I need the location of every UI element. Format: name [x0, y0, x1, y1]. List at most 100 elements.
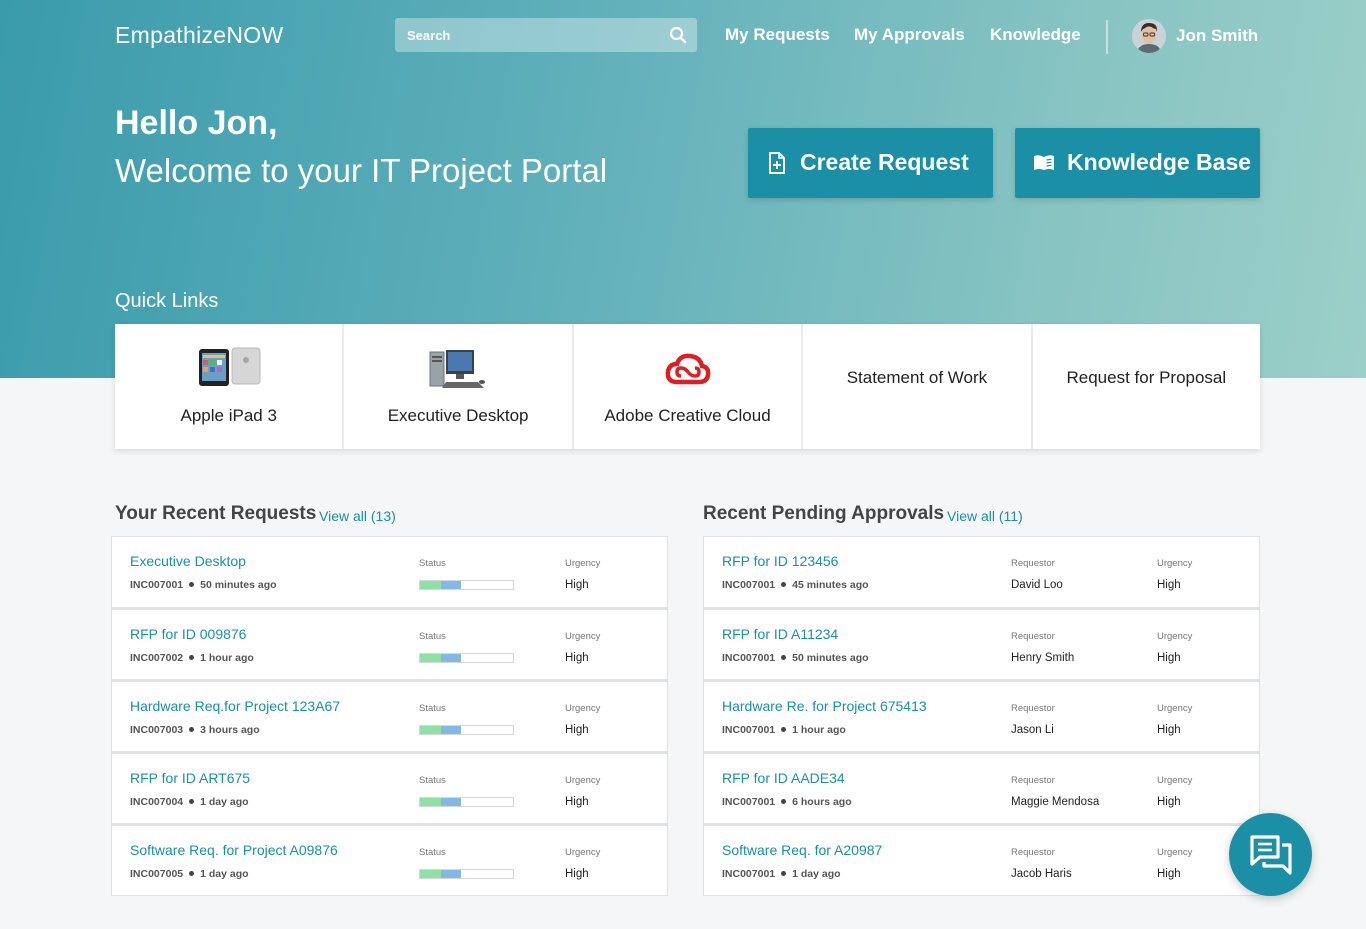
- requestor-name: Henry Smith: [1011, 652, 1075, 664]
- nav-divider: [1106, 20, 1108, 54]
- welcome-subheading: Welcome to your IT Project Portal: [115, 152, 608, 189]
- approval-id: INC007001: [722, 579, 776, 591]
- status-progress-complete: [420, 581, 441, 589]
- quick-link-statement-of-work[interactable]: Statement of Work: [803, 324, 1033, 449]
- nav-knowledge[interactable]: Knowledge: [990, 25, 1081, 45]
- urgency-label: Urgency: [1157, 631, 1193, 642]
- brand-logo[interactable]: EmpathizeNOW: [115, 22, 283, 49]
- pending-approvals-view-all-link[interactable]: View all (11): [947, 508, 1023, 524]
- user-name[interactable]: Jon Smith: [1176, 26, 1258, 46]
- status-progress-complete: [420, 870, 441, 878]
- approval-meta: INC007001 45 minutes ago: [722, 579, 869, 591]
- request-time: 50 minutes ago: [200, 579, 277, 591]
- urgency-label: Urgency: [565, 631, 601, 642]
- approval-row[interactable]: Hardware Re. for Project 675413 INC007001…: [703, 680, 1260, 752]
- quick-link-adobe-creative-cloud[interactable]: Adobe Creative Cloud: [573, 324, 804, 449]
- approval-title-link[interactable]: RFP for ID AADE34: [722, 770, 845, 786]
- approval-id: INC007001: [722, 652, 776, 664]
- nav-my-approvals[interactable]: My Approvals: [854, 25, 965, 45]
- status-progress-bar: [419, 580, 514, 590]
- separator-dot: [781, 871, 787, 876]
- requestor-label: Requestor: [1011, 631, 1055, 642]
- quick-links-row: Apple iPad 3 Executive Desktop Adobe Cre…: [115, 324, 1261, 449]
- requestor-name: Jason Li: [1011, 724, 1054, 736]
- request-row[interactable]: RFP for ID ART675 INC007004 1 day ago Statu…: [111, 752, 668, 824]
- quick-link-executive-desktop[interactable]: Executive Desktop: [344, 324, 574, 449]
- search-icon[interactable]: [669, 26, 687, 44]
- urgency-value: High: [565, 796, 589, 808]
- knowledge-base-button[interactable]: Knowledge Base: [1015, 128, 1260, 198]
- quick-link-label: Executive Desktop: [387, 406, 529, 425]
- approval-id: INC007001: [722, 724, 776, 736]
- separator-dot: [189, 727, 195, 732]
- nav-my-requests[interactable]: My Requests: [725, 25, 830, 45]
- urgency-label: Urgency: [565, 847, 601, 858]
- avatar[interactable]: [1132, 19, 1166, 53]
- status-label: Status: [419, 631, 446, 642]
- status-progress-current: [441, 654, 461, 662]
- approval-title-link[interactable]: RFP for ID A11234: [722, 626, 838, 642]
- request-time: 1 day ago: [200, 796, 249, 808]
- quick-link-request-for-proposal[interactable]: Request for Proposal: [1032, 324, 1261, 449]
- approval-id: INC007001: [722, 868, 776, 880]
- request-row[interactable]: Hardware Req.for Project 123A67 INC007003…: [111, 680, 668, 752]
- creative-cloud-icon: [665, 353, 710, 385]
- search-input[interactable]: [395, 18, 655, 52]
- request-title-link[interactable]: RFP for ID ART675: [130, 770, 250, 786]
- request-title-link[interactable]: Hardware Req.for Project 123A67: [130, 698, 340, 714]
- approval-title-link[interactable]: RFP for ID 123456: [722, 553, 838, 569]
- approval-time: 6 hours ago: [792, 796, 852, 808]
- request-meta: INC007002 1 hour ago: [130, 652, 254, 664]
- approval-time: 1 hour ago: [792, 724, 846, 736]
- request-time: 3 hours ago: [200, 724, 260, 736]
- request-title-link[interactable]: Executive Desktop: [130, 553, 246, 569]
- top-navigation: EmpathizeNOW My Requests My Approvals Kn…: [115, 18, 1260, 54]
- approval-row[interactable]: RFP for ID AADE34 INC007001 6 hours ago Req…: [703, 752, 1260, 824]
- status-progress-bar: [419, 797, 514, 807]
- approval-meta: INC007001 1 day ago: [722, 868, 841, 880]
- approval-row[interactable]: RFP for ID A11234 INC007001 50 minutes ago…: [703, 608, 1260, 680]
- request-row[interactable]: Executive Desktop INC007001 50 minutes ago…: [111, 536, 668, 608]
- recent-requests-view-all-link[interactable]: View all (13): [319, 508, 396, 524]
- status-label: Status: [419, 775, 446, 786]
- requestor-name: Maggie Mendosa: [1011, 796, 1100, 808]
- request-row[interactable]: Software Req. for Project A09876 INC00700…: [111, 824, 668, 896]
- request-id: INC007001: [130, 579, 184, 591]
- quick-link-apple-ipad[interactable]: Apple iPad 3: [115, 324, 345, 449]
- status-progress-current: [441, 870, 461, 878]
- approval-title-link[interactable]: Software Req. for A20987: [722, 842, 882, 858]
- status-progress-bar: [419, 725, 514, 735]
- request-title-link[interactable]: Software Req. for Project A09876: [130, 842, 338, 858]
- separator-dot: [189, 799, 195, 804]
- open-book-icon: [1034, 155, 1054, 170]
- requestor-label: Requestor: [1011, 775, 1055, 786]
- approval-title-link[interactable]: Hardware Re. for Project 675413: [722, 698, 927, 714]
- urgency-value: High: [1157, 868, 1181, 880]
- request-row[interactable]: RFP for ID 009876 INC007002 1 hour ago Stat…: [111, 608, 668, 680]
- request-title-link[interactable]: RFP for ID 009876: [130, 626, 246, 642]
- status-progress-current: [441, 581, 461, 589]
- urgency-value: High: [565, 652, 589, 664]
- request-id: INC007003: [130, 724, 184, 736]
- requestor-name: David Loo: [1011, 579, 1063, 591]
- create-request-button[interactable]: Create Request: [748, 128, 993, 198]
- quick-link-label: Adobe Creative Cloud: [604, 406, 771, 425]
- status-label: Status: [419, 558, 446, 569]
- approval-meta: INC007001 6 hours ago: [722, 796, 852, 808]
- recent-requests-list: Executive Desktop INC007001 50 minutes ago…: [111, 536, 668, 896]
- requestor-label: Requestor: [1011, 847, 1055, 858]
- search-box[interactable]: [395, 18, 697, 52]
- chat-button[interactable]: [1229, 813, 1312, 896]
- request-meta: INC007005 1 day ago: [130, 868, 249, 880]
- request-meta: INC007001 50 minutes ago: [130, 579, 277, 591]
- ipad-icon: [198, 347, 261, 386]
- status-progress-complete: [420, 726, 441, 734]
- approval-row[interactable]: RFP for ID 123456 INC007001 45 minutes ago…: [703, 536, 1260, 608]
- requestor-label: Requestor: [1011, 558, 1055, 569]
- status-progress-complete: [420, 654, 441, 662]
- urgency-label: Urgency: [1157, 775, 1193, 786]
- approval-row[interactable]: Software Req. for A20987 INC007001 1 day a…: [703, 824, 1260, 896]
- urgency-value: High: [565, 579, 589, 591]
- status-progress-current: [441, 798, 461, 806]
- user-avatar-icon: [1132, 19, 1166, 53]
